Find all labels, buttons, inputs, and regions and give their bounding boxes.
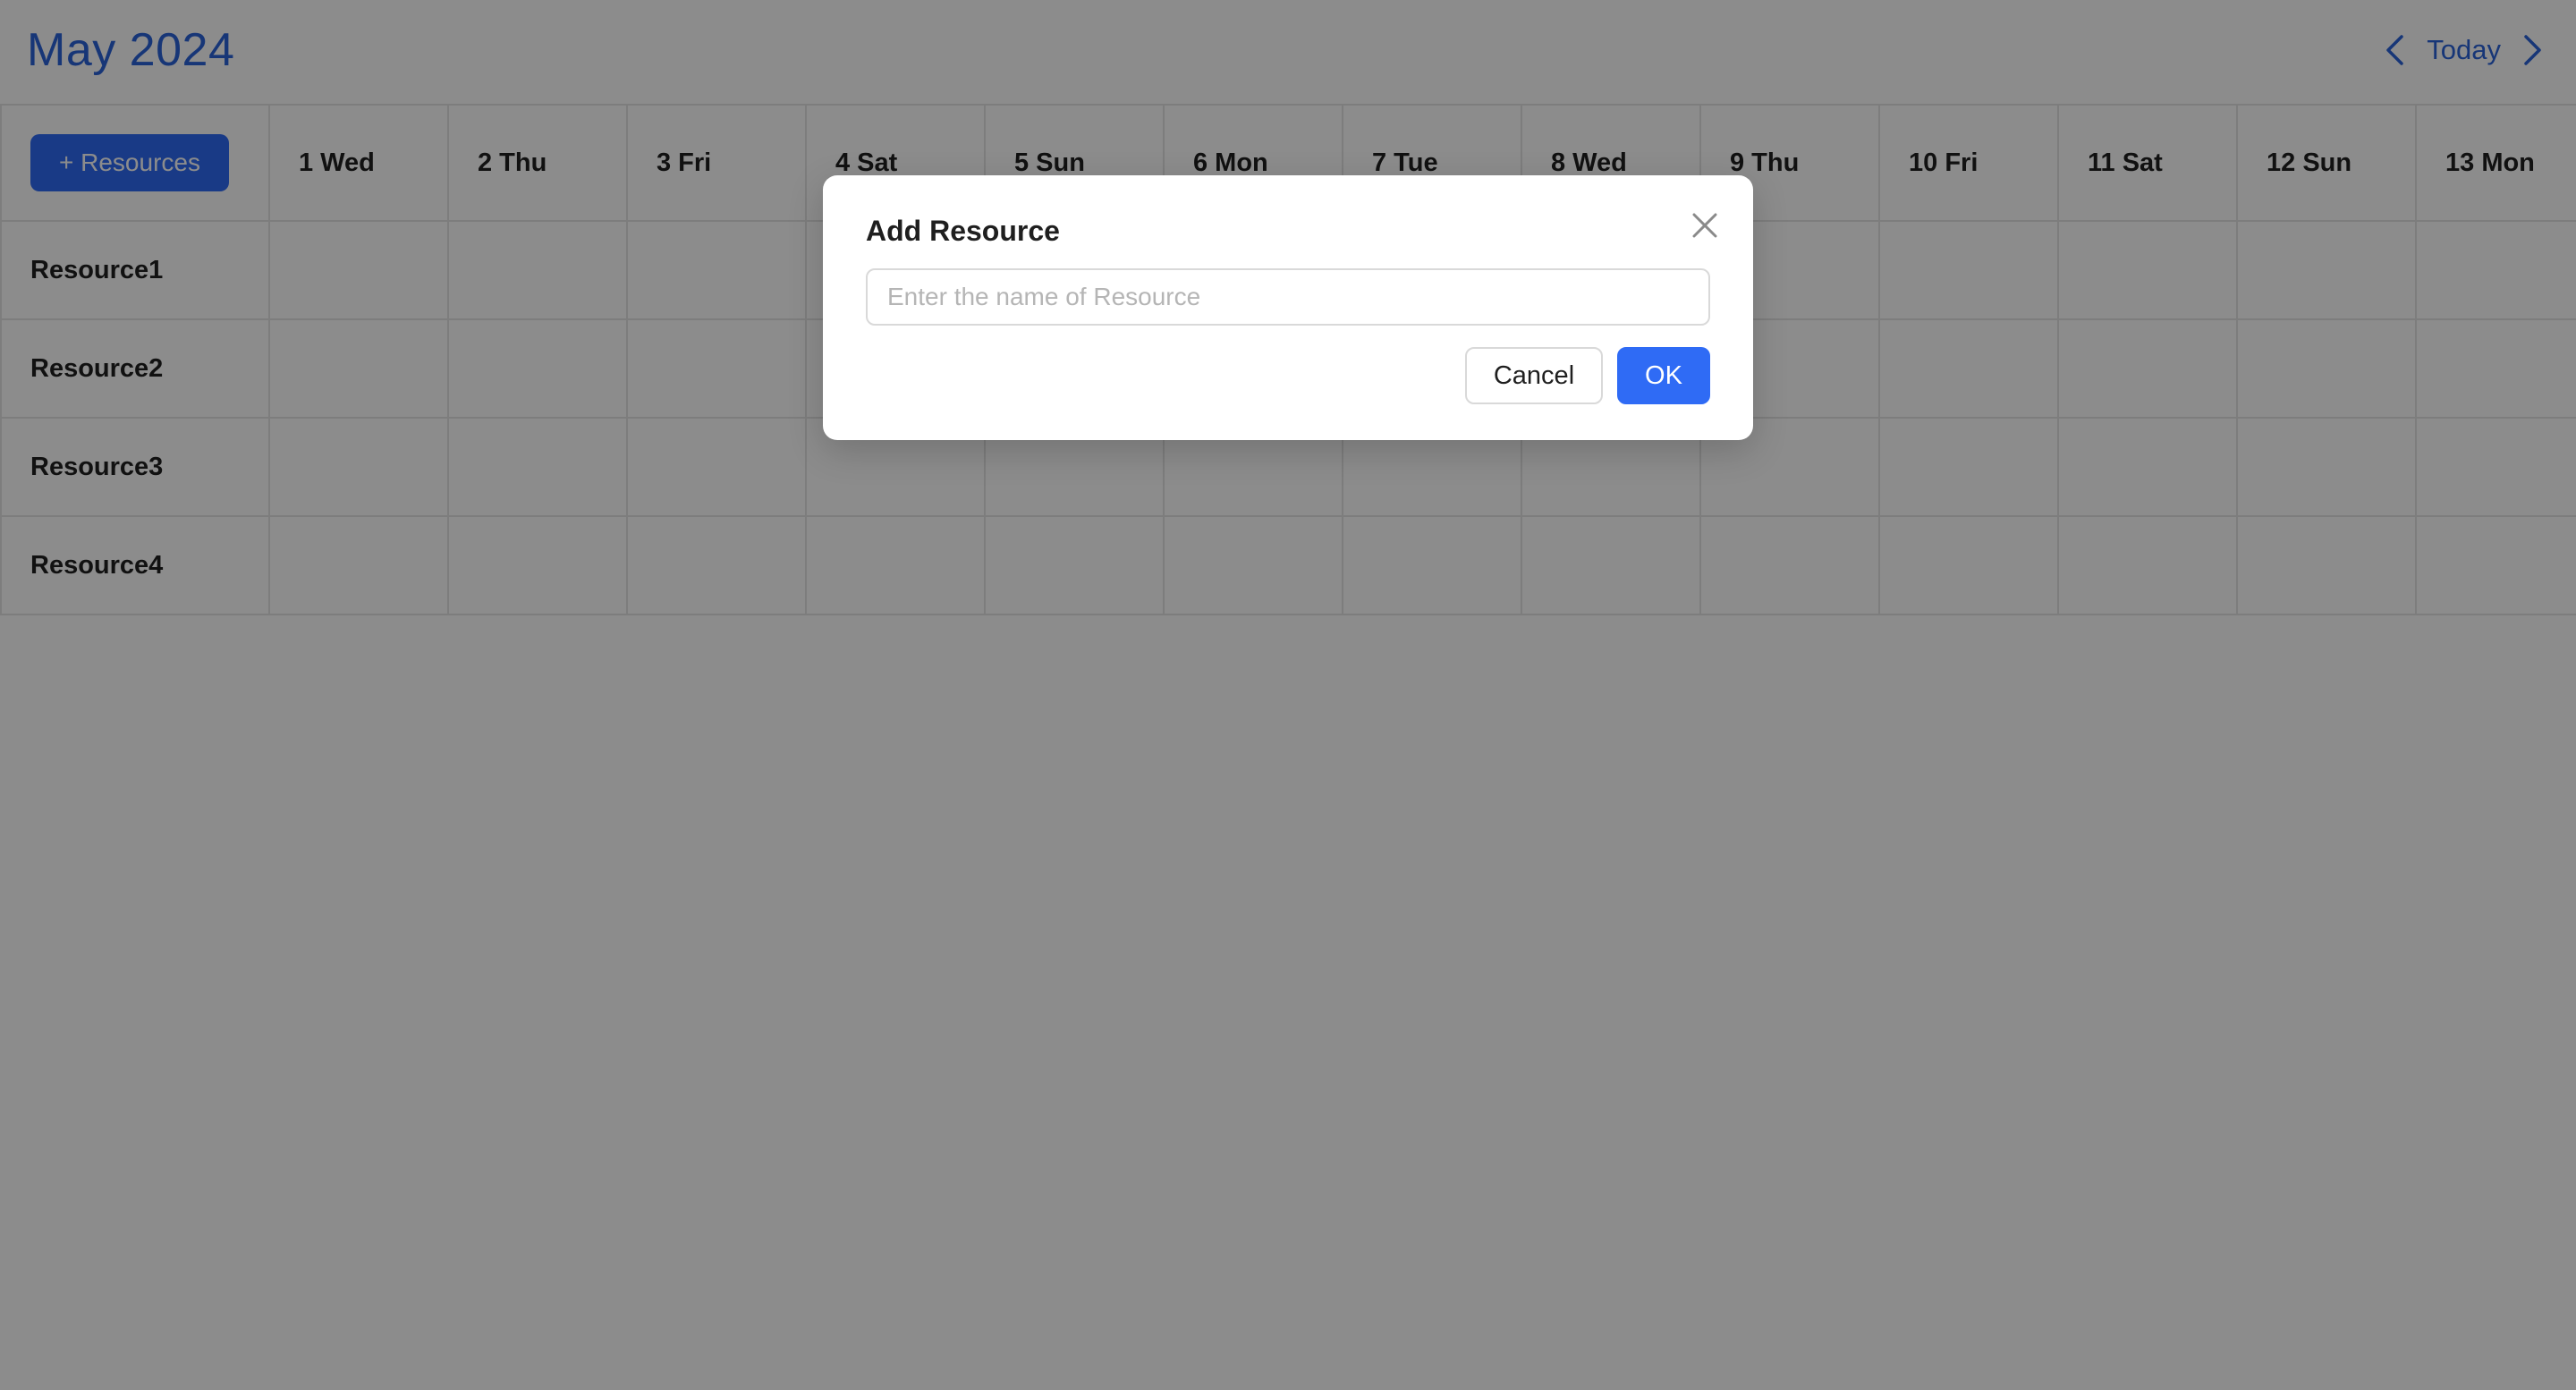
- cancel-button[interactable]: Cancel: [1465, 347, 1603, 404]
- dialog-footer: Cancel OK: [1465, 347, 1710, 404]
- resource-name-input[interactable]: [866, 268, 1710, 326]
- close-button[interactable]: [1690, 211, 1719, 240]
- dialog-title: Add Resource: [866, 215, 1060, 247]
- close-icon: [1692, 213, 1717, 238]
- scheduler-app: May 2024 Today + Resources 1 Wed 2 Thu 3…: [0, 0, 2576, 1390]
- ok-button[interactable]: OK: [1617, 347, 1710, 404]
- add-resource-dialog: Add Resource Cancel OK: [823, 175, 1753, 440]
